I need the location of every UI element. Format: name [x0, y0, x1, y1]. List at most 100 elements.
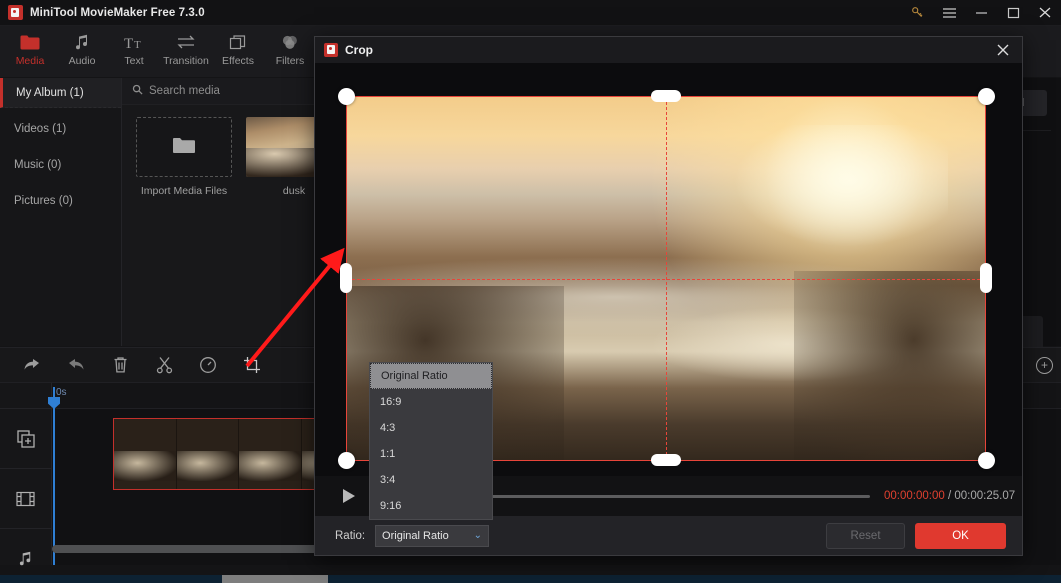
ratio-option-label: 9:16: [380, 500, 402, 512]
split-button[interactable]: [142, 347, 186, 383]
crop-dialog: Crop 00:00:00:00 / 00:00:25.07 Ratio: Or…: [314, 36, 1023, 556]
ribbon-label-audio: Audio: [68, 55, 96, 67]
ribbon-label-text: Text: [124, 55, 144, 67]
app-logo-icon: [8, 5, 23, 20]
undo-button[interactable]: [10, 347, 54, 383]
album-label: My Album (1): [16, 86, 84, 99]
app-window: MiniTool MovieMaker Free 7.3.0 Media Aud…: [0, 0, 1061, 583]
ratio-option-9-16[interactable]: 9:16: [370, 493, 492, 519]
crop-button[interactable]: [230, 347, 274, 383]
ribbon-tab-text[interactable]: T T Text: [108, 26, 160, 68]
ratio-option-label: 4:3: [380, 422, 396, 434]
ribbon-label-transition: Transition: [163, 55, 209, 67]
playhead[interactable]: [48, 387, 60, 565]
clip-frame: [239, 419, 302, 489]
window-controls: [901, 0, 1061, 26]
maximize-button[interactable]: [997, 0, 1029, 26]
ribbon-tab-filters[interactable]: Filters: [264, 26, 316, 67]
video-track-header[interactable]: [0, 469, 51, 529]
svg-text:T: T: [134, 39, 141, 51]
ribbon-tab-audio[interactable]: Audio: [56, 26, 108, 67]
rock-right: [794, 271, 986, 461]
ratio-option-4-3[interactable]: 4:3: [370, 415, 492, 441]
ribbon-tab-transition[interactable]: Transition: [160, 26, 212, 67]
timeline-corner: [0, 383, 51, 409]
crop-handle-bottom-right[interactable]: [978, 452, 995, 469]
key-icon[interactable]: [901, 0, 933, 26]
total-time: 00:00:25.07: [954, 490, 1016, 502]
ratio-option-3-4[interactable]: 3:4: [370, 467, 492, 493]
search-icon: [132, 84, 143, 98]
crop-handle-bottom-left[interactable]: [338, 452, 355, 469]
taskbar-strip: [0, 575, 1061, 583]
media-sidebar: My Album (1) Videos (1) Music (0) Pictur…: [0, 78, 122, 346]
play-icon[interactable]: [343, 489, 355, 503]
minimize-button[interactable]: [965, 0, 997, 26]
ok-label: OK: [952, 529, 969, 542]
import-tile-label: Import Media Files: [140, 185, 228, 197]
import-media-tile[interactable]: Import Media Files: [136, 117, 232, 197]
close-button[interactable]: [1029, 0, 1061, 26]
delete-button[interactable]: [98, 347, 142, 383]
current-time: 00:00:00:00: [884, 490, 945, 502]
crop-handle-middle-left[interactable]: [340, 263, 352, 293]
crop-dialog-close-button[interactable]: [984, 37, 1022, 63]
add-media-track-button[interactable]: [0, 409, 51, 469]
ratio-option-16-9[interactable]: 16:9: [370, 389, 492, 415]
ribbon-label-media: Media: [15, 55, 45, 67]
ratio-select[interactable]: Original Ratio ⌄: [375, 524, 490, 547]
effects-icon: [229, 31, 247, 53]
folder-plus-icon: [172, 135, 196, 160]
app-title: MiniTool MovieMaker Free 7.3.0: [30, 6, 205, 19]
search-input[interactable]: Search media: [132, 84, 220, 98]
videos-label: Videos (1): [14, 123, 67, 135]
dialog-logo-icon: [324, 43, 338, 57]
speed-button-toolbar[interactable]: [186, 347, 230, 383]
ratio-label: Ratio:: [335, 529, 366, 542]
reset-button[interactable]: Reset: [826, 522, 905, 549]
crop-handle-middle-right[interactable]: [980, 263, 992, 293]
ratio-option-label: 16:9: [380, 396, 402, 408]
timecode: 00:00:00:00 / 00:00:25.07: [884, 490, 1015, 502]
hamburger-icon[interactable]: [933, 0, 965, 26]
crop-handle-top-center[interactable]: [651, 90, 681, 102]
crop-handle-top-left[interactable]: [338, 88, 355, 105]
sidebar-item-my-album[interactable]: My Album (1): [0, 78, 121, 108]
sun-glow: [730, 125, 948, 250]
clip-frame: [114, 419, 177, 489]
search-placeholder: Search media: [149, 85, 220, 97]
transition-icon: [176, 31, 196, 53]
ratio-option-label: 1:1: [380, 448, 396, 460]
ratio-option-label: Original Ratio: [381, 370, 448, 382]
import-tile-box: [136, 117, 232, 177]
zoom-in-icon[interactable]: +: [1036, 356, 1053, 374]
sidebar-item-pictures[interactable]: Pictures (0): [0, 186, 121, 216]
ribbon-tab-media[interactable]: Media: [4, 26, 56, 67]
crop-handle-bottom-center[interactable]: [651, 454, 681, 466]
clip-frame: [176, 419, 239, 489]
ratio-option-original[interactable]: Original Ratio: [370, 363, 492, 389]
svg-text:T: T: [124, 36, 133, 51]
ratio-option-label: 3:4: [380, 474, 396, 486]
ratio-option-1-1[interactable]: 1:1: [370, 441, 492, 467]
timeline-track-headers: [0, 383, 52, 566]
ribbon-tab-effects[interactable]: Effects: [212, 26, 264, 67]
ribbon-label-filters: Filters: [275, 55, 305, 67]
ok-button[interactable]: OK: [915, 522, 1006, 549]
ratio-dropdown-list[interactable]: Original Ratio 16:9 4:3 1:1 3:4 9:16: [369, 362, 493, 520]
taskbar-item: [222, 575, 328, 583]
crop-dialog-titlebar: Crop: [315, 37, 1022, 63]
crop-handle-top-right[interactable]: [978, 88, 995, 105]
redo-button[interactable]: [54, 347, 98, 383]
chevron-down-icon: ⌄: [473, 530, 483, 541]
ribbon-label-effects: Effects: [222, 55, 254, 67]
pictures-label: Pictures (0): [14, 195, 73, 207]
ratio-select-value: Original Ratio: [382, 529, 449, 542]
music-label: Music (0): [14, 159, 62, 171]
reset-label: Reset: [850, 529, 881, 542]
text-icon: T T: [124, 31, 144, 53]
sidebar-item-music[interactable]: Music (0): [0, 150, 121, 180]
crop-dialog-title: Crop: [345, 43, 373, 57]
filters-icon: [281, 31, 299, 53]
sidebar-item-videos[interactable]: Videos (1): [0, 114, 121, 144]
